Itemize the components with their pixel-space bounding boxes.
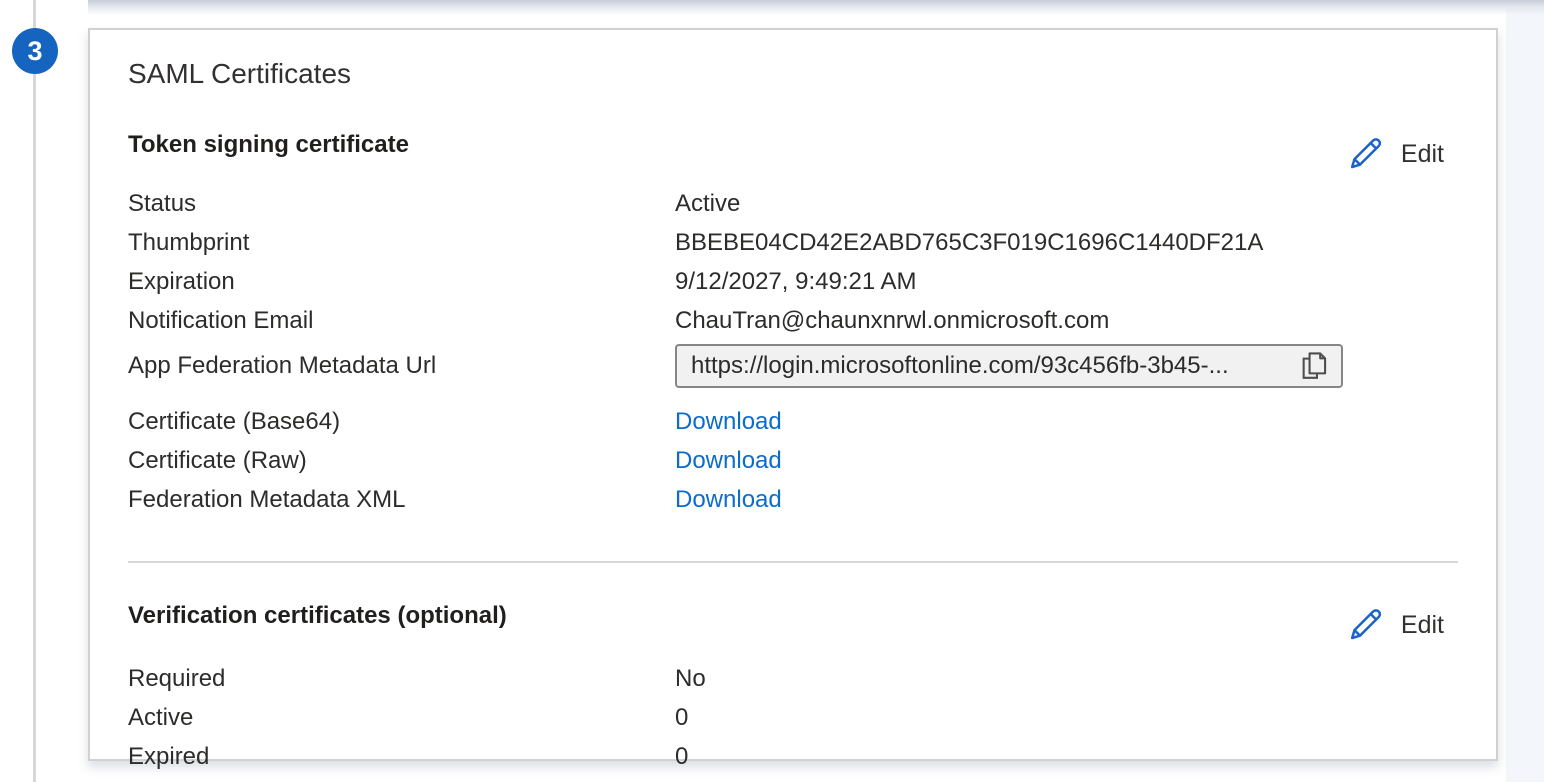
expired-row: Expired 0 bbox=[128, 737, 1458, 776]
row-label: Expiration bbox=[128, 268, 675, 296]
row-label: Status bbox=[128, 190, 675, 218]
row-label: Thumbprint bbox=[128, 229, 675, 257]
pencil-icon bbox=[1345, 605, 1385, 645]
federation-metadata-xml-row: Federation Metadata XML Download bbox=[128, 480, 1458, 519]
certificate-raw-download-link[interactable]: Download bbox=[675, 447, 782, 475]
required-value: No bbox=[675, 665, 706, 693]
active-row: Active 0 bbox=[128, 698, 1458, 737]
expiration-value: 9/12/2027, 9:49:21 AM bbox=[675, 268, 917, 296]
certificate-raw-row: Certificate (Raw) Download bbox=[128, 441, 1458, 480]
page-right-margin bbox=[1506, 0, 1544, 782]
step-number: 3 bbox=[27, 36, 42, 67]
verification-section-header: Verification certificates (optional) Edi… bbox=[128, 599, 1458, 645]
metadata-url-value: https://login.microsoftonline.com/93c456… bbox=[691, 352, 1289, 380]
thumbprint-row: Thumbprint BBEBE04CD42E2ABD765C3F019C169… bbox=[128, 223, 1458, 262]
row-label: Required bbox=[128, 665, 675, 693]
row-label: Active bbox=[128, 704, 675, 732]
active-value: 0 bbox=[675, 704, 688, 732]
row-label: Federation Metadata XML bbox=[128, 486, 675, 514]
card-title: SAML Certificates bbox=[128, 58, 1458, 90]
step-number-badge: 3 bbox=[12, 28, 58, 74]
expiration-row: Expiration 9/12/2027, 9:49:21 AM bbox=[128, 262, 1458, 301]
token-signing-rows: Status Active Thumbprint BBEBE04CD42E2AB… bbox=[128, 184, 1458, 519]
token-signing-edit-button[interactable]: Edit bbox=[1345, 134, 1444, 174]
certificate-base64-download-link[interactable]: Download bbox=[675, 408, 782, 436]
copy-icon bbox=[1299, 349, 1329, 383]
download-rows: Certificate (Base64) Download Certificat… bbox=[128, 402, 1458, 519]
required-row: Required No bbox=[128, 659, 1458, 698]
verification-heading: Verification certificates (optional) bbox=[128, 599, 507, 632]
notification-email-row: Notification Email ChauTran@chaunxnrwl.o… bbox=[128, 301, 1458, 340]
metadata-url-field[interactable]: https://login.microsoftonline.com/93c456… bbox=[675, 344, 1343, 388]
status-row: Status Active bbox=[128, 184, 1458, 223]
certificate-base64-row: Certificate (Base64) Download bbox=[128, 402, 1458, 441]
app-federation-metadata-url-row: App Federation Metadata Url https://logi… bbox=[128, 340, 1458, 392]
copy-button[interactable] bbox=[1299, 349, 1329, 383]
saml-certificates-card: SAML Certificates Token signing certific… bbox=[88, 28, 1498, 761]
row-label: Certificate (Raw) bbox=[128, 447, 675, 475]
row-label: App Federation Metadata Url bbox=[128, 352, 675, 380]
thumbprint-value: BBEBE04CD42E2ABD765C3F019C1696C1440DF21A bbox=[675, 229, 1263, 257]
row-label: Notification Email bbox=[128, 307, 675, 335]
token-signing-section-header: Token signing certificate Edit bbox=[128, 128, 1458, 174]
expired-value: 0 bbox=[675, 743, 688, 771]
previous-card-bottom-shadow bbox=[88, 0, 1544, 15]
status-value: Active bbox=[675, 190, 740, 218]
verification-section: Verification certificates (optional) Edi… bbox=[128, 599, 1458, 776]
pencil-icon bbox=[1345, 134, 1385, 174]
section-divider bbox=[128, 561, 1458, 563]
verification-rows: Required No Active 0 Expired 0 bbox=[128, 659, 1458, 776]
verification-edit-button[interactable]: Edit bbox=[1345, 605, 1444, 645]
federation-metadata-xml-download-link[interactable]: Download bbox=[675, 486, 782, 514]
token-signing-heading: Token signing certificate bbox=[128, 128, 409, 161]
row-label: Certificate (Base64) bbox=[128, 408, 675, 436]
edit-button-label: Edit bbox=[1401, 611, 1444, 640]
edit-button-label: Edit bbox=[1401, 140, 1444, 169]
step-connector-line bbox=[33, 0, 36, 782]
notification-email-value: ChauTran@chaunxnrwl.onmicrosoft.com bbox=[675, 307, 1109, 335]
row-label: Expired bbox=[128, 743, 675, 771]
